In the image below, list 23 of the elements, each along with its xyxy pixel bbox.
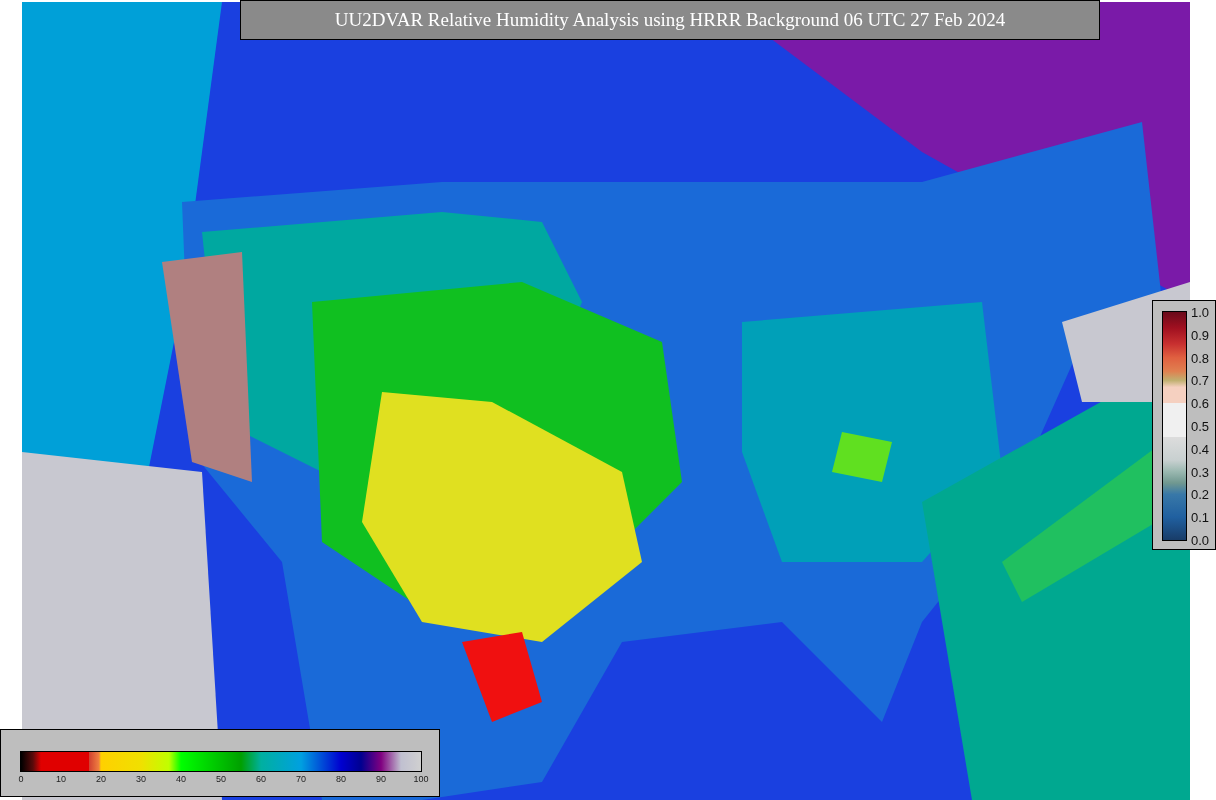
tick-label: 100 xyxy=(413,775,429,784)
tick-label: 30 xyxy=(136,775,146,784)
tick-label: 0.3 xyxy=(1191,465,1210,479)
tick-label: 0.1 xyxy=(1191,510,1210,524)
tick-label: 70 xyxy=(296,775,306,784)
tick-label: 0.5 xyxy=(1191,419,1210,433)
tick-label: 0.7 xyxy=(1191,373,1210,387)
tick-label: 20 xyxy=(96,775,106,784)
tick-label: 1.0 xyxy=(1191,305,1210,319)
tick-label: 0.6 xyxy=(1191,396,1210,410)
map-title: UU2DVAR Relative Humidity Analysis using HRRR Background 06 UTC 27 Feb 2024 xyxy=(240,0,1100,40)
tick-label: 0.0 xyxy=(1191,533,1210,547)
tick-label: 80 xyxy=(336,775,346,784)
tick-label: 0.4 xyxy=(1191,442,1210,456)
tick-label: 60 xyxy=(256,775,266,784)
tick-label: 0 xyxy=(18,775,24,784)
tick-label: 0.2 xyxy=(1191,487,1210,501)
tick-label: 90 xyxy=(376,775,386,784)
tick-label: 0.9 xyxy=(1191,328,1210,342)
tick-label: 50 xyxy=(216,775,226,784)
tick-label: 0.8 xyxy=(1191,351,1210,365)
tick-label: 40 xyxy=(176,775,186,784)
tick-label: 10 xyxy=(56,775,66,784)
